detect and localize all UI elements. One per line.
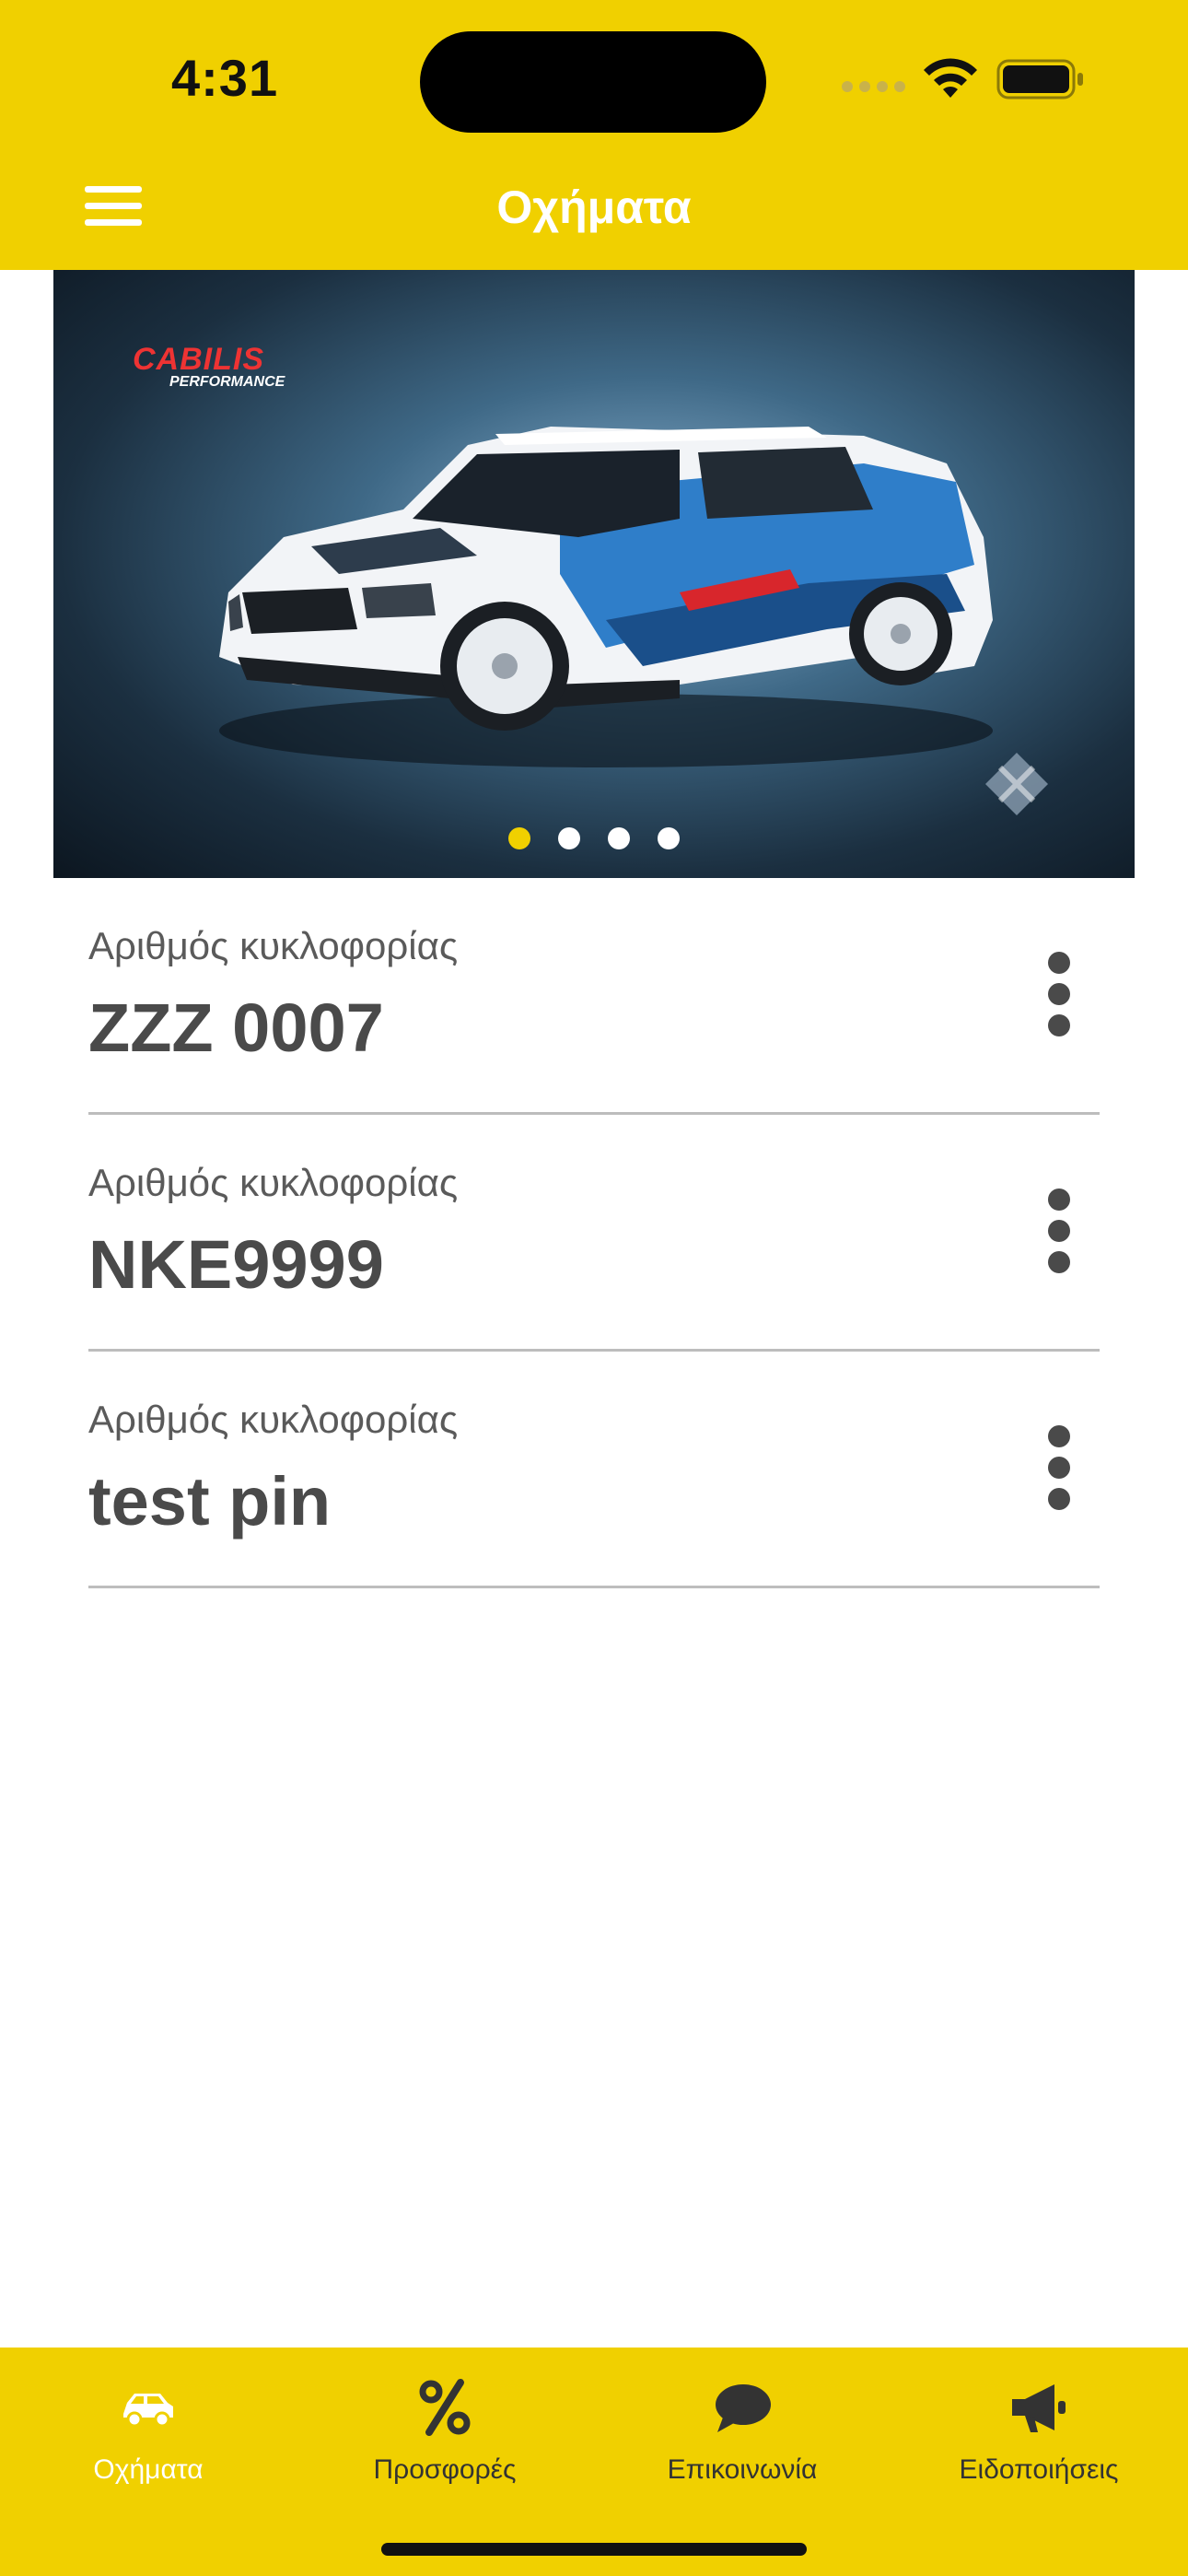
rallye-design-watermark-icon [985, 753, 1048, 815]
list-item[interactable]: Αριθμός κυκλοφορίας NKE9999 [88, 1115, 1100, 1352]
vehicle-label: Αριθμός κυκλοφορίας [88, 924, 459, 967]
list-item[interactable]: Αριθμός κυκλοφορίας test pin [88, 1352, 1100, 1588]
page-title: Οχήματα [496, 181, 692, 233]
more-options-icon[interactable] [1041, 1188, 1077, 1290]
tab-offers[interactable]: Προσφορές [325, 2375, 565, 2486]
battery-icon [996, 59, 1083, 100]
tab-label: Επικοινωνία [667, 2454, 818, 2485]
megaphone-icon [1012, 2384, 1066, 2432]
status-time: 4:31 [171, 49, 279, 107]
vehicle-image-carousel[interactable]: CABILIS PERFORMANCE [53, 270, 1135, 878]
home-indicator [381, 2543, 807, 2556]
tab-label: Οχήματα [93, 2454, 204, 2485]
car-icon [123, 2394, 173, 2428]
rally-car-image [219, 427, 993, 767]
dynamic-island [420, 31, 766, 133]
vehicle-label: Αριθμός κυκλοφορίας [88, 1161, 459, 1204]
tab-vehicles[interactable]: Οχήματα [29, 2375, 268, 2486]
chat-bubble-icon [716, 2384, 771, 2432]
more-options-icon[interactable] [1041, 1425, 1077, 1527]
vehicle-plate: test pin [88, 1463, 332, 1540]
carousel-page-indicator [53, 827, 1135, 849]
vehicle-plate: ZZZ 0007 [88, 989, 384, 1066]
vehicle-label: Αριθμός κυκλοφορίας [88, 1398, 459, 1441]
list-item[interactable]: Αριθμός κυκλοφορίας ZZZ 0007 [88, 878, 1100, 1115]
vehicle-plate: NKE9999 [88, 1226, 384, 1303]
tab-label: Ειδοποιήσεις [959, 2454, 1119, 2485]
carousel-dot-2[interactable] [558, 827, 580, 849]
carousel-dot-4[interactable] [658, 827, 680, 849]
wifi-icon [924, 58, 977, 98]
vehicle-list: Αριθμός κυκλοφορίας ZZZ 0007 Αριθμός κυκ… [88, 878, 1100, 1588]
tab-notifications[interactable]: Ειδοποιήσεις [919, 2375, 1159, 2486]
bottom-tab-bar: Οχήματα Προσφορές Επικοινωνία Ειδοποιήσε… [0, 2348, 1188, 2576]
more-options-icon[interactable] [1041, 952, 1077, 1053]
tab-contact[interactable]: Επικοινωνία [623, 2375, 862, 2486]
tab-label: Προσφορές [373, 2454, 517, 2485]
app-header: 4:31 Οχήματα [0, 0, 1188, 270]
carousel-dot-3[interactable] [608, 827, 630, 849]
percent-icon [419, 2379, 471, 2436]
cellular-signal-icon [842, 81, 905, 92]
carousel-dot-1[interactable] [508, 827, 530, 849]
